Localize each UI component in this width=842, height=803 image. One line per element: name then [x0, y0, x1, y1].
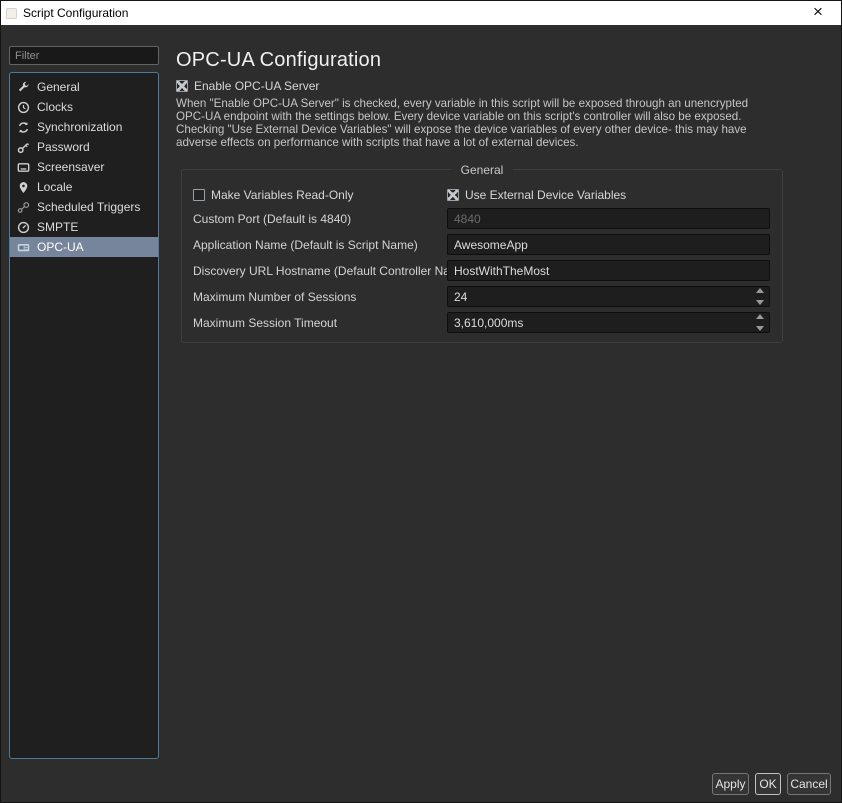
max-sessions-label: Maximum Number of Sessions — [193, 290, 356, 304]
spinner-buttons[interactable] — [755, 288, 765, 305]
spin-down-icon[interactable] — [756, 300, 764, 305]
key-icon — [16, 140, 30, 154]
groupbox-title: General — [452, 163, 513, 177]
spinner-buttons[interactable] — [755, 314, 765, 331]
sidebar-item-label: Clocks — [37, 100, 73, 114]
page-title: OPC-UA Configuration — [176, 49, 381, 72]
max-session-timeout-spinbox — [447, 312, 770, 333]
clock-icon — [16, 100, 30, 114]
sidebar-item-opc-ua[interactable]: OPC-UA — [10, 237, 158, 257]
sidebar-item-scheduled-triggers[interactable]: Scheduled Triggers — [10, 197, 158, 217]
gauge-icon — [16, 220, 30, 234]
custom-port-input[interactable] — [447, 208, 770, 229]
max-sessions-input[interactable] — [447, 286, 770, 307]
checkbox-icon[interactable] — [447, 189, 459, 201]
wrench-icon — [16, 80, 30, 94]
sidebar-item-label: Synchronization — [37, 120, 122, 134]
sidebar-item-label: Locale — [37, 180, 72, 194]
checkbox-icon[interactable] — [176, 80, 188, 92]
enable-opcua-checkbox[interactable]: Enable OPC-UA Server — [176, 79, 319, 93]
discovery-url-hostname-input[interactable] — [447, 260, 770, 281]
max-session-timeout-input[interactable] — [447, 312, 770, 333]
checkbox-label: Use External Device Variables — [465, 188, 626, 202]
settings-category-list: General Clocks Synchronization Password … — [9, 72, 159, 759]
max-sessions-spinbox — [447, 286, 770, 307]
pin-icon — [16, 180, 30, 194]
sidebar-item-screensaver[interactable]: Screensaver — [10, 157, 158, 177]
checkbox-label: Enable OPC-UA Server — [194, 79, 319, 93]
sidebar-item-locale[interactable]: Locale — [10, 177, 158, 197]
network-icon — [16, 240, 30, 254]
spin-up-icon[interactable] — [756, 314, 764, 319]
filter-input[interactable] — [9, 46, 159, 65]
sidebar-item-label: General — [37, 80, 80, 94]
apply-button[interactable]: Apply — [712, 773, 749, 795]
sidebar-item-password[interactable]: Password — [10, 137, 158, 157]
link-icon — [16, 200, 30, 214]
sidebar-item-clocks[interactable]: Clocks — [10, 97, 158, 117]
custom-port-label: Custom Port (Default is 4840) — [193, 212, 351, 226]
window-title: Script Configuration — [23, 6, 128, 20]
cancel-button[interactable]: Cancel — [787, 773, 831, 795]
close-icon[interactable]: × — [803, 1, 833, 25]
application-name-input[interactable] — [447, 234, 770, 255]
discovery-url-hostname-label: Discovery URL Hostname (Default Controll… — [193, 264, 471, 278]
sidebar-item-label: Scheduled Triggers — [37, 200, 140, 214]
make-variables-readonly-checkbox[interactable]: Make Variables Read-Only — [193, 188, 354, 202]
sidebar-item-label: Screensaver — [37, 160, 104, 174]
general-groupbox: General Make Variables Read-Only Use Ext… — [181, 169, 783, 343]
titlebar: Script Configuration × — [1, 1, 841, 25]
app-icon — [6, 8, 17, 19]
sidebar-item-label: OPC-UA — [37, 240, 84, 254]
script-configuration-dialog: Script Configuration × General Clocks Sy… — [0, 0, 842, 803]
spin-down-icon[interactable] — [756, 326, 764, 331]
use-external-device-variables-checkbox[interactable]: Use External Device Variables — [447, 188, 626, 202]
checkbox-icon[interactable] — [193, 189, 205, 201]
sidebar-item-label: SMPTE — [37, 220, 78, 234]
sync-icon — [16, 120, 30, 134]
opcua-description: When "Enable OPC-UA Server" is checked, … — [176, 98, 776, 150]
sidebar-item-general[interactable]: General — [10, 77, 158, 97]
max-session-timeout-label: Maximum Session Timeout — [193, 316, 337, 330]
sidebar-item-synchronization[interactable]: Synchronization — [10, 117, 158, 137]
sidebar-item-smpte[interactable]: SMPTE — [10, 217, 158, 237]
ok-button[interactable]: OK — [755, 773, 781, 795]
spin-up-icon[interactable] — [756, 288, 764, 293]
sidebar-item-label: Password — [37, 140, 90, 154]
monitor-icon — [16, 160, 30, 174]
application-name-label: Application Name (Default is Script Name… — [193, 238, 418, 252]
checkbox-label: Make Variables Read-Only — [211, 188, 354, 202]
